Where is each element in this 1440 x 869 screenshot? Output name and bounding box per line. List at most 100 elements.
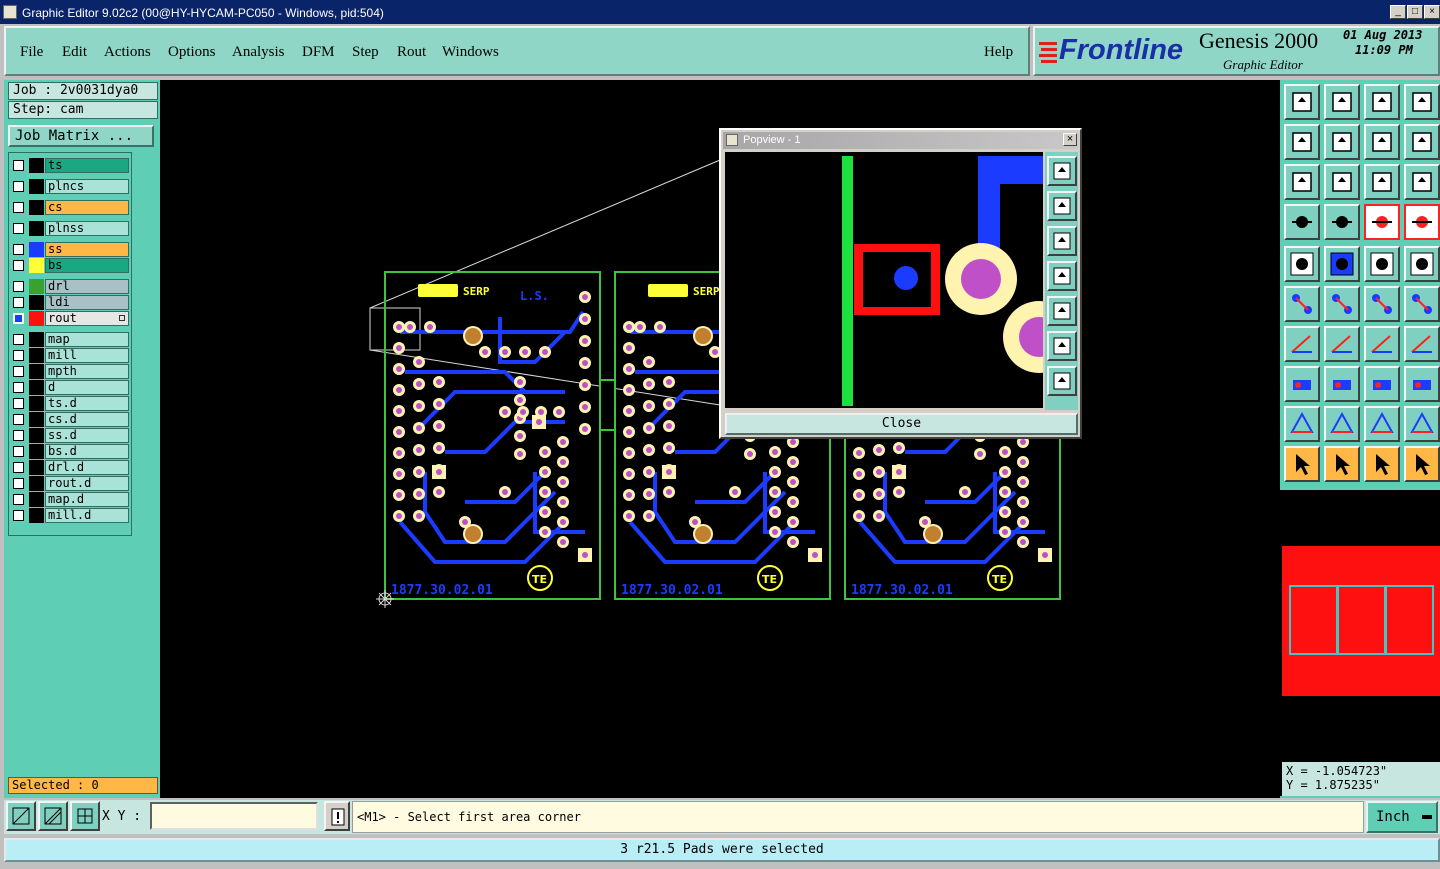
- angle-button[interactable]: [1284, 326, 1320, 362]
- layer-color-swatch[interactable]: [29, 279, 44, 294]
- layer-row-map-d[interactable]: map.d: [11, 492, 129, 507]
- layer-name[interactable]: mill: [45, 348, 129, 363]
- layer-row-bs-d[interactable]: bs.d: [11, 444, 129, 459]
- layer-row-plncs[interactable]: plncs: [11, 179, 129, 194]
- flip-button[interactable]: [1404, 326, 1440, 362]
- layer-name[interactable]: map.d: [45, 492, 129, 507]
- layer-checkbox[interactable]: [13, 202, 24, 213]
- snap-grid-icon[interactable]: [38, 801, 68, 831]
- layer-name[interactable]: rout: [45, 311, 129, 326]
- overview-map[interactable]: [1280, 490, 1440, 796]
- layer-name[interactable]: plncs: [45, 179, 129, 194]
- layer-color-swatch[interactable]: [29, 476, 44, 491]
- layer-row-cs-d[interactable]: cs.d: [11, 412, 129, 427]
- layer-checkbox[interactable]: [13, 366, 24, 377]
- layer-name[interactable]: bs: [45, 258, 129, 273]
- popview-canvas[interactable]: [725, 152, 1043, 408]
- cutout-button[interactable]: [1364, 406, 1400, 442]
- layer-name[interactable]: ts: [45, 158, 129, 173]
- layer-color-swatch[interactable]: [29, 380, 44, 395]
- minimize-button[interactable]: _: [1390, 5, 1406, 19]
- layer-color-swatch[interactable]: [29, 295, 44, 310]
- units-selector[interactable]: Inch: [1366, 801, 1438, 833]
- menu-analysis[interactable]: Analysis: [232, 44, 285, 61]
- layer-checkbox[interactable]: [13, 350, 24, 361]
- layer-checkbox[interactable]: [13, 313, 24, 324]
- layer-color-swatch[interactable]: [29, 242, 44, 257]
- snap-pins-button[interactable]: [1404, 204, 1440, 240]
- popview-zoom-fit-button[interactable]: [1047, 366, 1077, 396]
- layer-checkbox[interactable]: [13, 160, 24, 171]
- line-button[interactable]: [1324, 326, 1360, 362]
- layer-color-swatch[interactable]: [29, 332, 44, 347]
- popview-pan-right-button[interactable]: [1047, 296, 1077, 326]
- popview-close-icon[interactable]: ×: [1063, 133, 1077, 146]
- layer-name[interactable]: rout.d: [45, 476, 129, 491]
- layer-color-swatch[interactable]: [29, 428, 44, 443]
- layer-checkbox[interactable]: [13, 398, 24, 409]
- close-window-button[interactable]: ×: [1424, 5, 1440, 19]
- popview-window[interactable]: Popview - 1 × Close: [719, 128, 1082, 439]
- layer-name[interactable]: ts.d: [45, 396, 129, 411]
- popview-pan-down-button[interactable]: [1047, 226, 1077, 256]
- layer-name[interactable]: mill.d: [45, 508, 129, 523]
- layer-color-swatch[interactable]: [29, 221, 44, 236]
- contour-button[interactable]: [1404, 406, 1440, 442]
- layer-color-swatch[interactable]: [29, 412, 44, 427]
- layer-row-map[interactable]: map: [11, 332, 129, 347]
- menu-file[interactable]: File: [20, 44, 43, 61]
- popview-close-button[interactable]: Close: [725, 413, 1078, 435]
- add-pad-button[interactable]: [1284, 366, 1320, 402]
- popview-zoom-out-button[interactable]: [1047, 331, 1077, 361]
- popview-pan-left-button[interactable]: [1047, 261, 1077, 291]
- menu-actions[interactable]: Actions: [104, 44, 151, 61]
- popview-title-bar[interactable]: Popview - 1 ×: [723, 132, 1078, 149]
- layer-color-swatch[interactable]: [29, 311, 44, 326]
- layer-name[interactable]: ss: [45, 242, 129, 257]
- layer-name[interactable]: drl: [45, 279, 129, 294]
- layer-row-mill-d[interactable]: mill.d: [11, 508, 129, 523]
- job-matrix-button[interactable]: Job Matrix ...: [8, 125, 154, 147]
- layer-checkbox[interactable]: [13, 297, 24, 308]
- layer-name[interactable]: d: [45, 380, 129, 395]
- step-pointer-button[interactable]: [1404, 446, 1440, 482]
- menu-dfm[interactable]: DFM: [302, 44, 335, 61]
- layer-color-swatch[interactable]: [29, 258, 44, 273]
- layer-color-swatch[interactable]: [29, 179, 44, 194]
- help-query-button[interactable]: [1404, 164, 1440, 200]
- menu-help[interactable]: Help: [984, 44, 1013, 61]
- layer-checkbox[interactable]: [13, 382, 24, 393]
- move-button[interactable]: [1364, 286, 1400, 322]
- layer-color-swatch[interactable]: [29, 364, 44, 379]
- layer-color-swatch[interactable]: [29, 200, 44, 215]
- highlight-button[interactable]: [1324, 246, 1360, 282]
- layer-context-icon[interactable]: [119, 315, 125, 321]
- layer-color-swatch[interactable]: [29, 444, 44, 459]
- pointer-button[interactable]: [1284, 446, 1320, 482]
- pad-button[interactable]: [1404, 246, 1440, 282]
- home-view-button[interactable]: [1364, 84, 1400, 120]
- layer-color-swatch[interactable]: [29, 348, 44, 363]
- snap-mode-icon[interactable]: [6, 801, 36, 831]
- layer-row-d[interactable]: d: [11, 380, 129, 395]
- layer-color-swatch[interactable]: [29, 492, 44, 507]
- menu-rout[interactable]: Rout: [397, 44, 426, 61]
- popview-zoom-window-button[interactable]: [1047, 156, 1077, 186]
- layer-name[interactable]: bs.d: [45, 444, 129, 459]
- layer-checkbox[interactable]: [13, 260, 24, 271]
- polygon-button[interactable]: [1284, 406, 1320, 442]
- layer-checkbox[interactable]: [13, 446, 24, 457]
- redraw-button[interactable]: [1404, 124, 1440, 160]
- pan-right-button[interactable]: [1324, 124, 1360, 160]
- layer-checkbox[interactable]: [13, 223, 24, 234]
- zoom-fit-button[interactable]: [1284, 164, 1320, 200]
- layer-checkbox[interactable]: [13, 510, 24, 521]
- layer-name[interactable]: mpth: [45, 364, 129, 379]
- menu-edit[interactable]: Edit: [62, 44, 87, 61]
- layer-row-drl-d[interactable]: drl.d: [11, 460, 129, 475]
- snap-center-icon[interactable]: [70, 801, 100, 831]
- select-feature-button[interactable]: [1284, 246, 1320, 282]
- layer-color-swatch[interactable]: [29, 460, 44, 475]
- layer-row-ldi[interactable]: ldi: [11, 295, 129, 310]
- layer-row-ts[interactable]: ts: [11, 158, 129, 173]
